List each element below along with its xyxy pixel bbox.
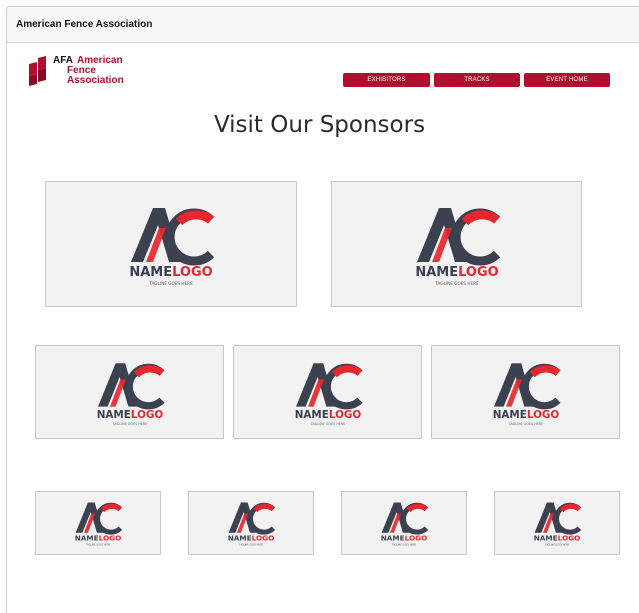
svg-text:NAMELOGO: NAMELOGO [415,265,498,280]
nav-event-home-button[interactable]: EVENT HOME [524,73,610,87]
afa-logo[interactable]: AFA American Fence Association [26,56,124,86]
sponsor-tagline: TAGLINE GOES HERE [309,422,345,426]
sponsor-word-2: LOGO [172,265,213,280]
sponsor-word-1: NAME [75,534,99,543]
sponsor-tile[interactable]: NAMELOGO TAGLINE GOES HERE [494,491,620,555]
sponsor-logo-icon: NAMELOGOTAGLINE GOES HERE [96,363,165,426]
sponsor-word-1: NAME [381,534,405,543]
sponsor-tile[interactable]: NAMELOGO TAGLINE GOES HERE [35,345,224,439]
sponsor-word-2: LOGO [405,534,428,543]
sponsor-word-2: LOGO [252,534,275,543]
sponsor-tagline: TAGLINE GOES HERE [148,281,193,286]
sponsor-tile[interactable]: NAMELOGO TAGLINE GOES HERE [45,181,297,307]
sponsor-word-2: LOGO [99,534,122,543]
sponsor-tagline: TAGLINE GOES HERE [507,422,543,426]
sponsor-word-1: NAME [129,265,172,280]
sponsor-tile[interactable]: NAMELOGO TAGLINE GOES HERE [35,491,161,555]
sponsor-logo-icon: NAMELOGOTAGLINE GOES HERE [294,363,363,426]
sponsor-tile[interactable]: NAMELOGO TAGLINE GOES HERE [233,345,422,439]
sponsor-tagline: TAGLINE GOES HERE [545,544,570,547]
sponsor-word-2: LOGO [130,409,163,421]
sponsor-logo-icon: NAMELOGOTAGLINE GOES HERE [228,502,276,547]
svg-text:NAMELOGO: NAMELOGO [75,534,122,543]
sponsor-word-2: LOGO [558,534,581,543]
sponsor-logo-icon: NAMELOGOTAGLINE GOES HERE [534,502,582,547]
svg-text:NAMELOGO: NAMELOGO [294,409,361,421]
sponsor-word-2: LOGO [328,409,361,421]
sponsor-tile[interactable]: NAMELOGO TAGLINE GOES HERE [341,491,467,555]
sponsor-word-2: LOGO [458,265,499,280]
svg-text:NAMELOGO: NAMELOGO [96,409,163,421]
nav-exhibitors-button[interactable]: EXHIBITORS [343,73,430,87]
svg-text:NAMELOGO: NAMELOGO [228,534,275,543]
sponsor-word-1: NAME [228,534,252,543]
sponsor-tile[interactable]: NAMELOGO TAGLINE GOES HERE [431,345,620,439]
sponsor-word-1: NAME [96,409,130,421]
afa-logo-mark-icon [29,56,46,86]
svg-text:NAMELOGO: NAMELOGO [534,534,581,543]
sponsor-tagline: TAGLINE GOES HERE [111,422,147,426]
svg-text:NAMELOGO: NAMELOGO [381,534,428,543]
page-heading: Visit Our Sponsors [213,112,426,138]
sponsor-logo-icon: NAMELOGOTAGLINE GOES HERE [415,208,500,286]
sponsor-tile[interactable]: NAMELOGO TAGLINE GOES HERE [188,491,314,555]
window-titlebar: American Fence Association [7,7,639,43]
nav-tracks-button[interactable]: TRACKS [434,73,520,87]
sponsor-tile[interactable]: NAMELOGO TAGLINE GOES HERE [331,181,582,307]
sponsor-word-1: NAME [492,409,526,421]
sponsor-tagline: TAGLINE GOES HERE [434,281,479,286]
logo-line-3: Association [67,75,124,86]
sponsor-word-2: LOGO [526,409,559,421]
sponsor-word-1: NAME [415,265,458,280]
sponsor-tagline: TAGLINE GOES HERE [392,544,417,547]
sponsor-logo-icon: NAMELOGOTAGLINE GOES HERE [381,502,429,547]
sponsor-tagline: TAGLINE GOES HERE [239,544,264,547]
sponsor-logo-icon: NAMELOGOTAGLINE GOES HERE [75,502,123,547]
svg-text:NAMELOGO: NAMELOGO [492,409,559,421]
window-title: American Fence Association [16,19,153,30]
sponsor-tagline: TAGLINE GOES HERE [86,544,111,547]
sponsor-word-1: NAME [294,409,328,421]
sponsor-logo-icon: NAMELOGOTAGLINE GOES HERE [129,208,215,286]
sponsor-logo-icon: NAMELOGOTAGLINE GOES HERE [492,363,561,426]
sponsor-word-1: NAME [534,534,558,543]
svg-text:NAMELOGO: NAMELOGO [129,265,212,280]
